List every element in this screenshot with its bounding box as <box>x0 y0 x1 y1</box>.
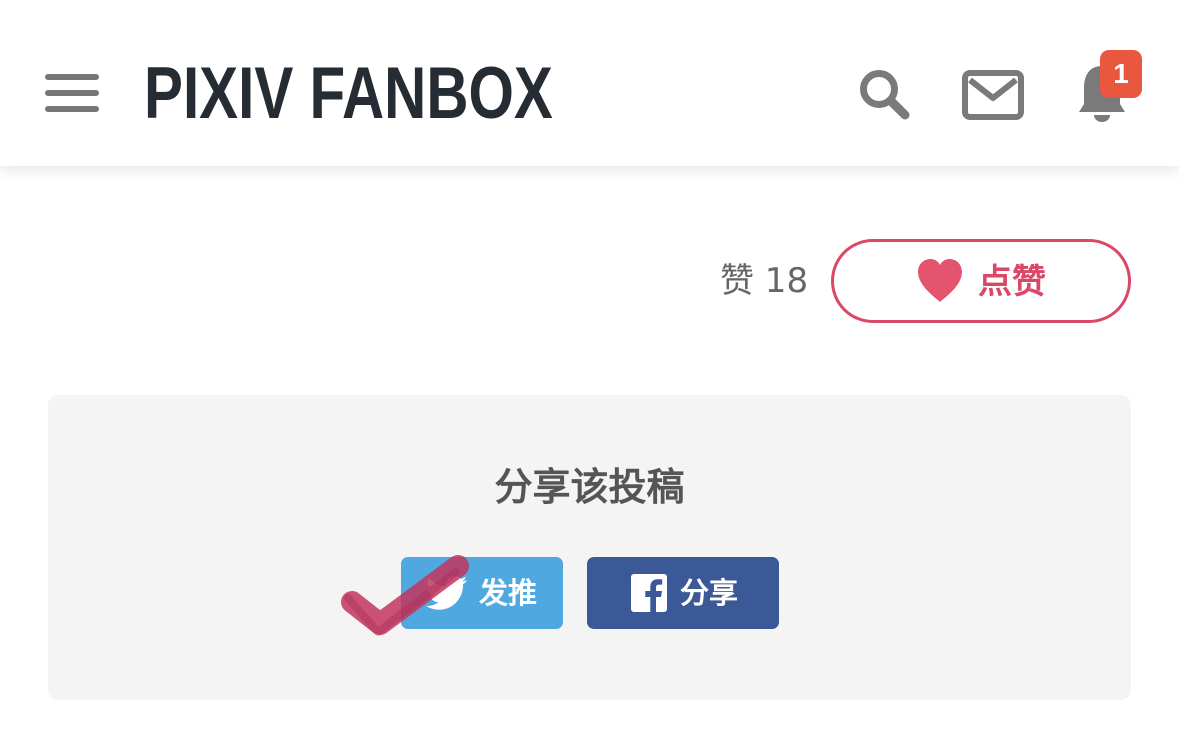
share-panel: 分享该投稿 发推 分享 <box>48 395 1131 700</box>
menu-button[interactable] <box>40 66 104 118</box>
like-count: 赞 18 <box>720 261 809 301</box>
twitter-share-button[interactable]: 发推 <box>401 557 563 629</box>
top-header: PIXIV FANBOX 1 <box>0 0 1179 166</box>
menu-icon <box>45 74 99 80</box>
twitter-bird-icon <box>427 576 467 610</box>
like-button-label: 点赞 <box>978 262 1046 302</box>
like-button[interactable]: 点赞 <box>831 239 1131 323</box>
site-logo[interactable]: PIXIV FANBOX <box>144 52 553 136</box>
menu-icon-bar <box>45 106 99 112</box>
facebook-share-button[interactable]: 分享 <box>587 557 779 629</box>
facebook-icon <box>631 574 667 612</box>
facebook-share-label: 分享 <box>680 576 739 610</box>
menu-icon-bar <box>45 90 99 96</box>
search-icon[interactable] <box>856 66 912 122</box>
notification-badge: 1 <box>1100 50 1142 98</box>
page: PIXIV FANBOX 1 赞 18 点赞 分享该投稿 发推 分享 <box>0 0 1179 739</box>
mail-icon[interactable] <box>962 70 1024 120</box>
heart-icon <box>918 259 962 302</box>
twitter-share-label: 发推 <box>479 576 538 610</box>
share-title: 分享该投稿 <box>494 465 685 509</box>
